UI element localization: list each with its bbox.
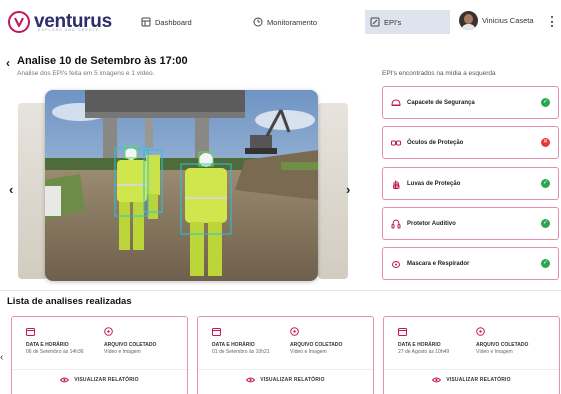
check-icon: ✓: [541, 219, 550, 228]
card-file-block: ARQUIVO COLETADO Vídeo e Imagem: [476, 327, 528, 355]
card-file-label: ARQUIVO COLETADO: [290, 342, 343, 348]
x-mark-icon: ✕: [541, 138, 550, 147]
carousel-prev-chevron-icon[interactable]: ‹: [9, 182, 13, 197]
carousel-prev-thumbnail[interactable]: [18, 103, 48, 279]
card-date-block: DATA E HORÁRIO 01 de Setembro às 10h21: [212, 327, 270, 355]
card-divider: [384, 369, 559, 370]
card-file-label: ARQUIVO COLETADO: [104, 342, 157, 348]
page-subtitle: Analise dos EPI's feita em 5 imagens e 1…: [17, 70, 155, 77]
view-report-button[interactable]: VISUALIZAR RELATÓRIO: [198, 377, 373, 383]
nav-monitoring[interactable]: Monitoramento: [253, 12, 317, 32]
epi-item-label: Luvas de Proteção: [407, 180, 461, 187]
view-report-label: VISUALIZAR RELATÓRIO: [260, 377, 325, 383]
card-date-label: DATA E HORÁRIO: [398, 342, 441, 348]
analysis-media-image: [45, 90, 318, 281]
analyses-section-title: Lista de analises realizadas: [7, 296, 132, 307]
epi-item-ear-protector[interactable]: Protetor Auditivo ✓: [382, 207, 559, 240]
card-file-value: Vídeo e Imagem: [476, 349, 513, 355]
epi-item-mask[interactable]: Mascara e Respirador ✓: [382, 247, 559, 280]
epi-item-label: Protetor Auditivo: [407, 220, 456, 227]
user-profile[interactable]: Vinicius Caseta: [459, 11, 534, 30]
file-circle-icon: [104, 327, 113, 336]
venturus-logo-icon: [8, 11, 30, 33]
glove-icon: [393, 180, 400, 189]
check-icon: ✓: [541, 259, 550, 268]
view-report-label: VISUALIZAR RELATÓRIO: [74, 377, 139, 383]
card-date-label: DATA E HORÁRIO: [26, 342, 69, 348]
card-date-block: DATA E HORÁRIO 27 de Agosto às 10h49: [398, 327, 449, 355]
view-report-button[interactable]: VISUALIZAR RELATÓRIO: [384, 377, 559, 383]
card-file-label: ARQUIVO COLETADO: [476, 342, 529, 348]
helmet-icon: [391, 98, 401, 106]
card-file-block: ARQUIVO COLETADO Vídeo e Imagem: [290, 327, 342, 355]
top-header: venturus EXPLORE AND CREATE Dashboard Mo…: [0, 0, 561, 44]
nav-epis[interactable]: EPI's: [365, 10, 450, 34]
card-divider: [12, 369, 187, 370]
card-divider: [198, 369, 373, 370]
nav-epis-label: EPI's: [384, 17, 402, 27]
carousel-next-chevron-icon[interactable]: ›: [346, 182, 350, 197]
calendar-icon: [212, 328, 221, 336]
view-report-label: VISUALIZAR RELATÓRIO: [446, 377, 511, 383]
card-file-value: Vídeo e Imagem: [104, 349, 141, 355]
brand-tagline: EXPLORE AND CREATE: [38, 28, 100, 32]
card-file-value: Vídeo e Imagem: [290, 349, 327, 355]
file-circle-icon: [476, 327, 485, 336]
analysis-card[interactable]: DATA E HORÁRIO 27 de Agosto às 10h49 ARQ…: [383, 316, 560, 394]
goggles-icon: [391, 140, 401, 145]
epi-item-label: Capacete de Segurança: [407, 99, 475, 106]
epi-panel-title: EPI's encontrados na mídia a esquerda: [382, 70, 496, 77]
card-date-value: 01 de Setembro às 10h21: [212, 349, 270, 355]
dashboard-icon: [141, 17, 151, 27]
user-name: Vinicius Caseta: [482, 16, 534, 25]
epi-item-label: Óculos de Proteção: [407, 139, 464, 146]
eye-icon: [246, 377, 256, 383]
card-date-label: DATA E HORÁRIO: [212, 342, 255, 348]
analysis-card[interactable]: DATA E HORÁRIO 06 de Setembro às 14h36 A…: [11, 316, 188, 394]
card-date-value: 27 de Agosto às 10h49: [398, 349, 450, 355]
eye-icon: [432, 377, 442, 383]
card-date-value: 06 de Setembro às 14h36: [26, 349, 84, 355]
list-prev-chevron-icon[interactable]: ‹: [0, 352, 3, 363]
epi-item-helmet[interactable]: Capacete de Segurança ✓: [382, 86, 559, 119]
calendar-icon: [26, 328, 35, 336]
nav-dashboard-label: Dashboard: [155, 17, 192, 27]
page-title: Analise 10 de Setembro às 17:00: [17, 55, 188, 67]
check-icon: ✓: [541, 98, 550, 107]
calendar-icon: [398, 328, 407, 336]
epi-item-label: Mascara e Respirador: [407, 260, 470, 267]
epi-item-goggles[interactable]: Óculos de Proteção ✕: [382, 126, 559, 159]
carousel-next-thumbnail[interactable]: [318, 103, 348, 279]
brand-logo[interactable]: venturus EXPLORE AND CREATE: [8, 8, 112, 36]
kebab-menu-icon[interactable]: [551, 16, 554, 27]
view-report-button[interactable]: VISUALIZAR RELATÓRIO: [12, 377, 187, 383]
epi-icon: [370, 17, 380, 27]
section-divider: [0, 290, 561, 291]
nav-monitoring-label: Monitoramento: [267, 17, 318, 27]
eye-icon: [60, 377, 70, 383]
card-file-block: ARQUIVO COLETADO Vídeo e Imagem: [104, 327, 156, 355]
monitoring-icon: [253, 17, 263, 27]
epi-item-gloves[interactable]: Luvas de Proteção ✓: [382, 167, 559, 200]
analysis-card[interactable]: DATA E HORÁRIO 01 de Setembro às 10h21 A…: [197, 316, 374, 394]
nav-dashboard[interactable]: Dashboard: [141, 12, 192, 32]
check-icon: ✓: [541, 179, 550, 188]
avatar: [459, 11, 478, 30]
card-date-block: DATA E HORÁRIO 06 de Setembro às 14h36: [26, 327, 84, 355]
file-circle-icon: [290, 327, 299, 336]
mask-icon: [392, 260, 400, 268]
ear-protector-icon: [391, 218, 401, 228]
back-chevron-icon[interactable]: ‹: [6, 56, 10, 70]
